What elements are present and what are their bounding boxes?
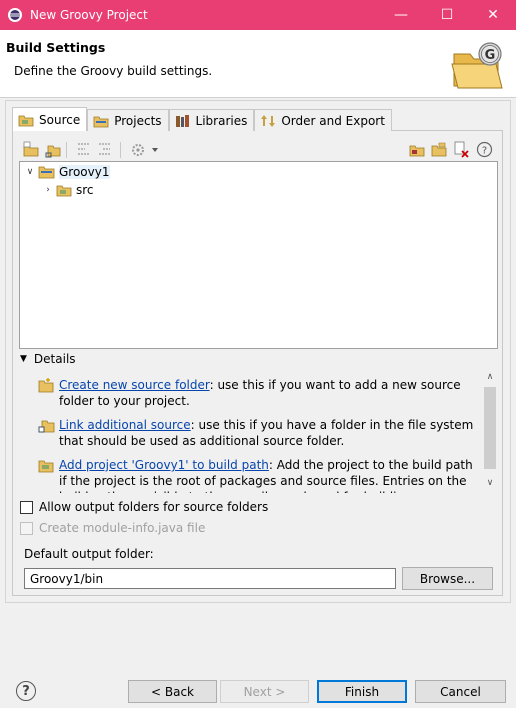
- libraries-icon: [175, 114, 189, 127]
- collapse-all-icon[interactable]: [75, 141, 92, 158]
- svg-text:G: G: [485, 48, 496, 63]
- detail-item: Link additional source: use this if you …: [36, 417, 476, 451]
- expand-toggle[interactable]: ∨: [24, 167, 36, 177]
- browse-button[interactable]: Browse...: [402, 567, 493, 590]
- checkbox-label: Create module-info.java file: [39, 521, 206, 535]
- tab-projects-label: Projects: [114, 113, 162, 128]
- add-source-folder-icon[interactable]: [23, 141, 40, 158]
- create-source-folder-icon: [38, 378, 54, 393]
- tab-bar: Source Projects Libraries Order and Expo…: [12, 107, 392, 131]
- allow-output-folders-checkbox[interactable]: Allow output folders for source folders: [20, 500, 268, 514]
- eclipse-app-icon: [8, 8, 22, 22]
- link-source-icon: [38, 420, 55, 433]
- default-output-folder-input[interactable]: Groovy1/bin: [24, 568, 396, 589]
- tree-node-src[interactable]: › src: [42, 181, 94, 199]
- expand-all-icon[interactable]: [96, 141, 113, 158]
- page-title: Build Settings: [6, 40, 106, 55]
- svg-text:?: ?: [482, 146, 487, 157]
- expand-toggle[interactable]: ›: [42, 185, 54, 195]
- tab-order-and-export[interactable]: Order and Export: [254, 109, 392, 131]
- scroll-down-icon[interactable]: ∨: [482, 478, 498, 492]
- tree-node-project[interactable]: ∨ Groovy1: [24, 163, 110, 181]
- configure-dropdown-icon[interactable]: [130, 141, 160, 158]
- window-title: New Groovy Project: [30, 8, 148, 22]
- help-icon[interactable]: ?: [16, 681, 36, 701]
- link-additional-source-link[interactable]: Link additional source: [59, 418, 191, 432]
- checkbox-box[interactable]: [20, 521, 33, 535]
- tab-projects[interactable]: Projects: [87, 109, 169, 131]
- tab-source-label: Source: [39, 112, 81, 127]
- detail-item: Create new source folder: use this if yo…: [36, 377, 476, 411]
- checkbox-label: Allow output folders for source folders: [39, 500, 269, 514]
- tree-node-label: Groovy1: [59, 165, 110, 179]
- detail-item: Add project 'Groovy1' to build path: Add…: [36, 457, 476, 493]
- details-header: Details: [33, 352, 76, 366]
- groovy-folder-icon: G: [451, 42, 503, 89]
- link-source-icon[interactable]: [44, 141, 61, 158]
- collapse-triangle-icon: ▼: [20, 354, 27, 364]
- details-toggle[interactable]: ▼ Details: [20, 352, 76, 366]
- wizard-header: Build Settings Define the Groovy build s…: [0, 30, 516, 98]
- edit-folder-icon[interactable]: [431, 141, 448, 158]
- remove-folder-icon[interactable]: [453, 141, 470, 158]
- projects-icon: [93, 116, 109, 127]
- new-folder-icon[interactable]: [409, 141, 426, 158]
- back-button[interactable]: < Back: [128, 680, 217, 703]
- tab-libraries[interactable]: Libraries: [168, 109, 255, 131]
- toolbar-separator: [120, 142, 121, 158]
- minimize-button[interactable]: —: [378, 0, 424, 30]
- source-folder-icon: [56, 185, 72, 197]
- help-icon[interactable]: ?: [476, 141, 493, 158]
- scroll-up-icon[interactable]: ∧: [482, 372, 498, 386]
- tree-node-label: src: [76, 183, 94, 197]
- toolbar-separator: [66, 142, 67, 158]
- cancel-button[interactable]: Cancel: [415, 680, 506, 703]
- create-module-info-checkbox[interactable]: Create module-info.java file: [20, 521, 205, 535]
- create-source-folder-link[interactable]: Create new source folder: [59, 378, 210, 392]
- project-folder-icon: [38, 166, 55, 179]
- checkbox-box[interactable]: [20, 500, 33, 514]
- source-tree[interactable]: ∨ Groovy1 › src: [19, 161, 498, 349]
- default-output-folder-label: Default output folder:: [24, 547, 154, 561]
- tab-libraries-label: Libraries: [195, 113, 248, 128]
- finish-button[interactable]: Finish: [317, 680, 407, 703]
- next-button[interactable]: Next >: [220, 680, 309, 703]
- maximize-button[interactable]: ☐: [424, 0, 470, 30]
- tab-source[interactable]: Source: [12, 107, 88, 131]
- add-project-icon: [38, 460, 54, 473]
- source-toolbar: ?: [20, 139, 498, 161]
- tab-order-and-export-label: Order and Export: [281, 113, 385, 128]
- details-pane: Create new source folder: use this if yo…: [36, 371, 498, 493]
- add-project-link[interactable]: Add project 'Groovy1' to build path: [59, 458, 269, 472]
- order-export-icon: [261, 114, 276, 127]
- scrollbar-thumb[interactable]: [484, 387, 496, 469]
- close-button[interactable]: ✕: [470, 0, 516, 30]
- source-folder-icon: [18, 115, 34, 126]
- page-description: Define the Groovy build settings.: [14, 64, 213, 78]
- input-value: Groovy1/bin: [30, 571, 104, 586]
- details-scrollbar[interactable]: ∧ ∨: [482, 371, 498, 493]
